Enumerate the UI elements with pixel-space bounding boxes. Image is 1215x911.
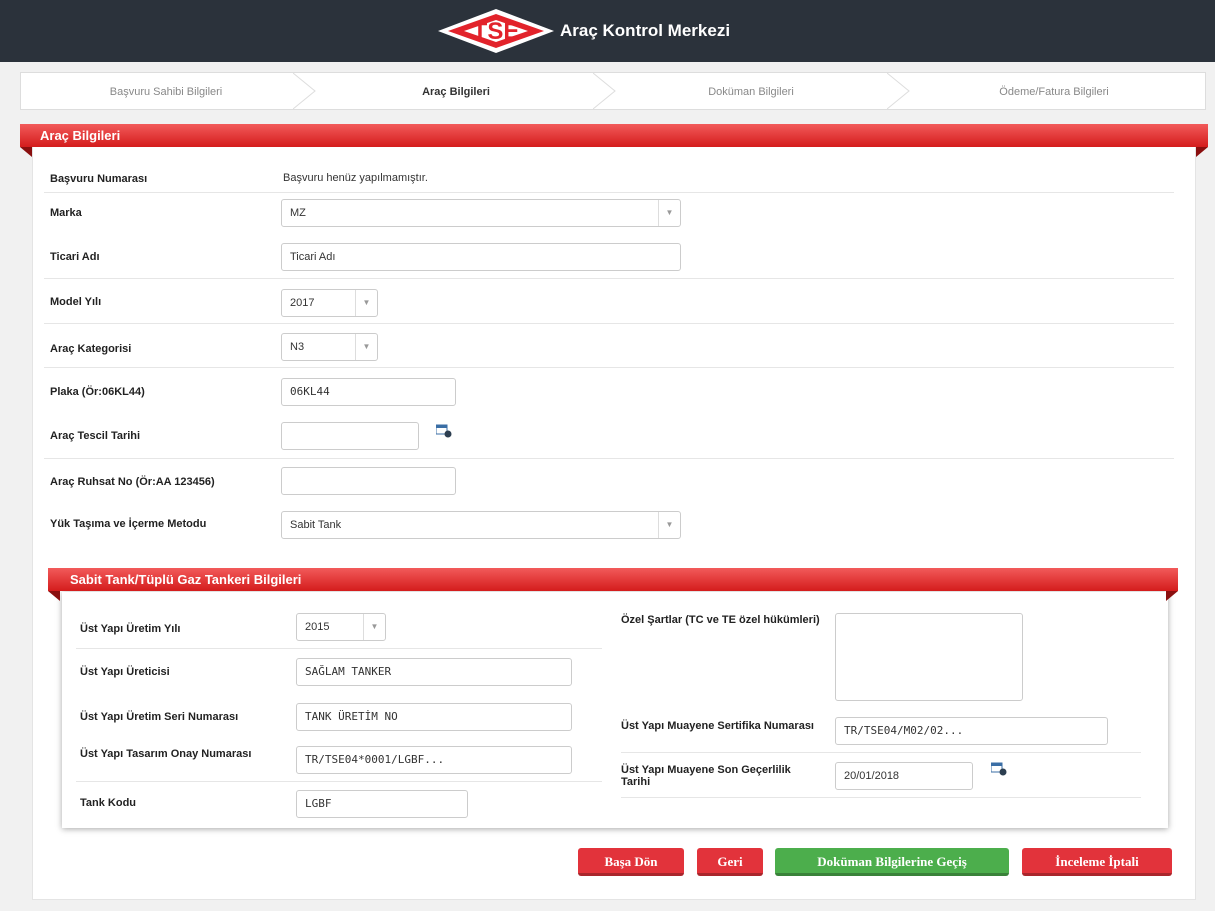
model-year-select[interactable]: 2017 ▼	[281, 289, 378, 317]
brand: TSE Araç Kontrol Merkezi	[436, 7, 730, 55]
transport-method-value: Sabit Tank	[290, 519, 342, 531]
app-title: Araç Kontrol Merkezi	[560, 21, 731, 40]
calendar-icon[interactable]	[991, 762, 1007, 776]
back-button[interactable]: Geri	[697, 848, 763, 876]
step-label: Doküman Bilgileri	[708, 86, 794, 98]
top-bar: TSE Araç Kontrol Merkezi	[0, 0, 1215, 62]
chevron-down-icon: ▼	[658, 512, 680, 538]
registration-date-input[interactable]	[281, 422, 419, 450]
manufacturer-label: Üst Yapı Üreticisi	[80, 666, 170, 678]
inspection-validity-input[interactable]: 20/01/2018	[835, 762, 973, 790]
special-conditions-textarea[interactable]	[835, 613, 1023, 701]
trade-name-label: Ticari Adı	[50, 251, 100, 263]
chevron-down-icon: ▼	[658, 200, 680, 226]
plate-label: Plaka (Ör:06KL44)	[50, 386, 145, 398]
wizard-steps: Başvuru Sahibi Bilgileri Araç Bilgileri …	[20, 72, 1206, 110]
category-select[interactable]: N3 ▼	[281, 333, 378, 361]
chevron-down-icon: ▼	[355, 290, 377, 316]
chevron-down-icon: ▼	[355, 334, 377, 360]
license-no-input[interactable]	[281, 467, 456, 495]
tank-code-label: Tank Kodu	[80, 797, 137, 809]
production-year-label: Üst Yapı Üretim Yılı	[80, 623, 181, 635]
chevron-down-icon: ▼	[363, 614, 385, 640]
tank-code-input[interactable]: LGBF	[296, 790, 468, 818]
serial-no-input[interactable]: TANK ÜRETİM NO	[296, 703, 572, 731]
step-applicant[interactable]: Başvuru Sahibi Bilgileri	[21, 73, 311, 109]
production-year-select[interactable]: 2015 ▼	[296, 613, 386, 641]
section-header-tank: Sabit Tank/Tüplü Gaz Tankeri Bilgileri	[48, 568, 1178, 601]
logo-text: TSE	[473, 18, 520, 45]
category-label: Araç Kategorisi	[50, 343, 132, 355]
step-payment[interactable]: Ödeme/Fatura Bilgileri	[901, 73, 1207, 109]
step-vehicle[interactable]: Araç Bilgileri	[311, 73, 601, 109]
step-label: Ödeme/Fatura Bilgileri	[999, 86, 1109, 98]
inspection-cert-input[interactable]: TR/TSE04/M02/02...	[835, 717, 1108, 745]
application-number-label: Başvuru Numarası	[50, 173, 148, 185]
manufacturer-input[interactable]: SAĞLAM TANKER	[296, 658, 572, 686]
tse-logo: TSE	[438, 9, 554, 53]
special-conditions-label: Özel Şartlar (TC ve TE özel hükümleri)	[621, 614, 820, 626]
trade-name-input[interactable]: Ticari Adı	[281, 243, 681, 271]
calendar-icon[interactable]	[436, 424, 452, 438]
step-documents[interactable]: Doküman Bilgileri	[601, 73, 901, 109]
section-header-vehicle: Araç Bilgileri	[20, 124, 1208, 157]
transport-method-select[interactable]: Sabit Tank ▼	[281, 511, 681, 539]
inspection-cert-label: Üst Yapı Muayene Sertifika Numarası	[621, 720, 814, 732]
application-number-value: Başvuru henüz yapılmamıştır.	[283, 172, 428, 184]
section-title: Sabit Tank/Tüplü Gaz Tankeri Bilgileri	[70, 572, 302, 587]
design-approval-label: Üst Yapı Tasarım Onay Numarası	[80, 748, 252, 760]
brand-select-value: MZ	[290, 207, 306, 219]
plate-input[interactable]: 06KL44	[281, 378, 456, 406]
license-no-label: Araç Ruhsat No (Ör:AA 123456)	[50, 476, 215, 488]
model-year-label: Model Yılı	[50, 296, 102, 308]
design-approval-input[interactable]: TR/TSE04*0001/LGBF...	[296, 746, 572, 774]
step-label: Başvuru Sahibi Bilgileri	[109, 86, 223, 98]
inspection-validity-label: Üst Yapı Muayene Son Geçerlilik Tarihi	[621, 764, 791, 788]
section-title: Araç Bilgileri	[40, 128, 121, 143]
start-over-button[interactable]: Başa Dön	[578, 848, 684, 876]
cancel-review-button[interactable]: İnceleme İptali	[1022, 848, 1172, 876]
category-value: N3	[290, 341, 305, 353]
registration-date-label: Araç Tescil Tarihi	[50, 430, 141, 442]
brand-select[interactable]: MZ ▼	[281, 199, 681, 227]
transport-method-label: Yük Taşıma ve İçerme Metodu	[50, 518, 207, 530]
model-year-value: 2017	[290, 297, 315, 309]
serial-no-label: Üst Yapı Üretim Seri Numarası	[80, 711, 239, 723]
step-label: Araç Bilgileri	[422, 86, 490, 98]
next-documents-button[interactable]: Doküman Bilgilerine Geçiş	[775, 848, 1009, 876]
brand-label: Marka	[50, 207, 82, 219]
production-year-value: 2015	[305, 621, 330, 633]
